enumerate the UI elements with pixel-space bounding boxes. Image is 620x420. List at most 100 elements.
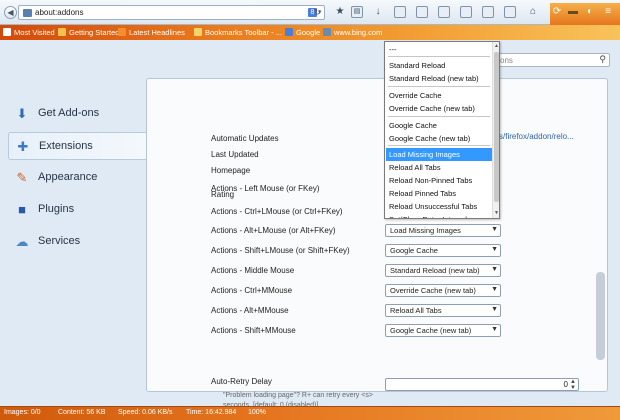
dropdown-option[interactable]: --- bbox=[386, 43, 492, 56]
action-select[interactable]: Override Cache (new tab) ▼ bbox=[385, 284, 501, 297]
action-label: Actions - Ctrl+LMouse (or Ctrl+FKey) bbox=[211, 207, 343, 216]
category-label: Appearance bbox=[38, 171, 98, 183]
status-bar: Images: 0/0 Content: 56 KB Speed: 0.06 K… bbox=[0, 406, 620, 420]
bookmark-item[interactable]: www.bing.com bbox=[334, 28, 382, 37]
dropdown-separator bbox=[388, 86, 490, 87]
window-icon-5[interactable] bbox=[482, 6, 494, 18]
select-value[interactable]: Google Cache (new tab) bbox=[390, 326, 471, 335]
category-label: Extensions bbox=[39, 140, 93, 152]
window-icon[interactable] bbox=[394, 6, 406, 18]
dropdown-separator bbox=[388, 56, 490, 57]
select-value[interactable]: Standard Reload (new tab) bbox=[390, 266, 480, 275]
search-icon[interactable]: ⚲ bbox=[599, 54, 606, 65]
action-label: Actions - Left Mouse (or FKey) bbox=[211, 184, 320, 193]
dropdown-option[interactable]: Reload Unsuccessful Tabs bbox=[386, 200, 492, 213]
speech-bubble-icon: ☁ bbox=[15, 234, 29, 249]
auto-retry-input[interactable]: 0 ▲ ▼ bbox=[385, 378, 579, 391]
menu-icon[interactable]: ≡ bbox=[602, 6, 614, 18]
dropdown-option[interactable]: Reload All Tabs bbox=[386, 161, 492, 174]
dropdown-option[interactable]: Override Cache (new tab) bbox=[386, 102, 492, 115]
category-plugins[interactable]: ■ Plugins bbox=[8, 196, 148, 224]
window-icon-2[interactable] bbox=[416, 6, 428, 18]
scroll-down-icon[interactable]: ▼ bbox=[494, 210, 499, 216]
folder-icon[interactable]: ▬ bbox=[567, 6, 579, 18]
chevron-down-icon[interactable]: ▼ bbox=[491, 306, 498, 313]
spinner-icon[interactable]: ▲ ▼ bbox=[570, 379, 576, 391]
speed-status: Speed: 0.06 KB/s bbox=[118, 409, 173, 416]
sync-icon[interactable]: ⟳ bbox=[551, 6, 563, 18]
search-placeholder: ons bbox=[500, 56, 513, 65]
scroll-up-icon[interactable]: ▲ bbox=[494, 43, 499, 49]
page-scrollbar[interactable] bbox=[596, 272, 605, 360]
dropdown-option[interactable]: Set/Clear Retry Interval bbox=[386, 213, 492, 218]
dropdown-scrollbar[interactable]: ▲ ▼ bbox=[492, 42, 499, 218]
action-select[interactable]: Google Cache (new tab) ▼ bbox=[385, 324, 501, 337]
bookmarks-bar: Most Visited Getting Started Latest Headli… bbox=[0, 25, 620, 40]
home-icon[interactable]: ⌂ bbox=[527, 6, 539, 18]
bookmark-icon bbox=[118, 28, 126, 36]
scroll-thumb[interactable] bbox=[494, 52, 499, 202]
content-status: Content: 56 KB bbox=[58, 409, 106, 416]
chevron-down-icon[interactable]: ▼ bbox=[491, 226, 498, 233]
dropdown-option[interactable]: Load Missing Images bbox=[386, 148, 492, 161]
bookmark-icon bbox=[3, 28, 11, 36]
window-icon-4[interactable] bbox=[460, 6, 472, 18]
addons-manager-page: ons ⚲ ⬇ Get Add-ons ✚ Extensions ✎ Appearance… bbox=[0, 40, 620, 420]
url-bar[interactable]: about:addons 8 ▾ ↻ bbox=[18, 5, 325, 20]
bookmark-item[interactable]: Google bbox=[296, 28, 320, 37]
dropdown-option[interactable]: Google Cache (new tab) bbox=[386, 132, 492, 145]
back-button[interactable]: ◀ bbox=[4, 6, 17, 19]
category-label: Plugins bbox=[38, 203, 75, 215]
time-status: Time: 16:42.984 bbox=[186, 409, 237, 416]
category-get-add-ons[interactable]: ⬇ Get Add-ons bbox=[8, 100, 148, 128]
select-value[interactable]: Load Missing Images bbox=[390, 226, 461, 235]
chevron-down-icon[interactable]: ▼ bbox=[491, 326, 498, 333]
window-icon-6[interactable] bbox=[504, 6, 516, 18]
search-addons-input[interactable]: ons ⚲ bbox=[495, 53, 610, 67]
action-label: Actions - Ctrl+MMouse bbox=[211, 286, 293, 295]
chevron-down-icon[interactable]: ▼ bbox=[491, 246, 498, 253]
dropdown-option[interactable]: Reload Pinned Tabs bbox=[386, 187, 492, 200]
dropdown-separator bbox=[388, 145, 490, 146]
dropdown-option[interactable]: Override Cache bbox=[386, 89, 492, 102]
select-value[interactable]: Google Cache bbox=[390, 246, 438, 255]
bookmark-item[interactable]: Bookmarks Toolbar - ... bbox=[205, 28, 282, 37]
select-value[interactable]: Override Cache (new tab) bbox=[390, 286, 476, 295]
category-appearance[interactable]: ✎ Appearance bbox=[8, 164, 148, 192]
auto-retry-label: Auto-Retry Delay bbox=[211, 377, 272, 386]
paintbrush-icon: ✎ bbox=[16, 170, 28, 185]
action-select[interactable]: Reload All Tabs ▼ bbox=[385, 304, 501, 317]
addon-icon[interactable]: ◐ bbox=[584, 6, 596, 18]
star-bookmark-icon[interactable]: ★ bbox=[334, 6, 346, 18]
dropdown-option[interactable]: Google Cache bbox=[386, 119, 492, 132]
category-extensions[interactable]: ✚ Extensions bbox=[8, 132, 148, 160]
action-select[interactable]: Google Cache ▼ bbox=[385, 244, 501, 257]
select-value[interactable]: Reload All Tabs bbox=[390, 306, 442, 315]
window-icon-3[interactable] bbox=[438, 6, 450, 18]
auto-retry-value[interactable]: 0 bbox=[564, 380, 568, 389]
addon-detail-panel: Automatic Updates Last Updated Homepage … bbox=[146, 78, 608, 420]
reload-icon[interactable]: ↻ bbox=[313, 7, 321, 18]
dropdown-option[interactable]: Standard Reload (new tab) bbox=[386, 72, 492, 85]
chevron-down-icon[interactable]: ▼ bbox=[491, 266, 498, 273]
bookmark-item[interactable]: Getting Started bbox=[69, 28, 119, 37]
url-text[interactable]: about:addons bbox=[35, 8, 84, 17]
category-label: Get Add-ons bbox=[38, 107, 100, 119]
bookmark-item[interactable]: Most Visited bbox=[14, 28, 55, 37]
download-icon[interactable]: ↓ bbox=[372, 6, 384, 18]
action-dropdown-list[interactable]: ▲ ▼ --- Standard Reload Standard Reload (n… bbox=[384, 41, 500, 219]
category-services[interactable]: ☁ Services bbox=[8, 228, 148, 256]
action-select[interactable]: Standard Reload (new tab) ▼ bbox=[385, 264, 501, 277]
bookmark-item[interactable]: Latest Headlines bbox=[129, 28, 185, 37]
action-select[interactable]: Load Missing Images ▼ bbox=[385, 224, 501, 237]
action-label: Actions - Shift+MMouse bbox=[211, 326, 296, 335]
homepage-link[interactable]: s/firefox/addon/relo... bbox=[499, 132, 574, 141]
zoom-status: 100% bbox=[248, 409, 266, 416]
chevron-down-icon[interactable]: ▼ bbox=[491, 286, 498, 293]
images-status: Images: 0/0 bbox=[4, 409, 41, 416]
bookmarks-menu-icon[interactable]: ▤ bbox=[351, 6, 363, 18]
dropdown-option[interactable]: Standard Reload bbox=[386, 59, 492, 72]
dropdown-option[interactable]: Reload Non-Pinned Tabs bbox=[386, 174, 492, 187]
action-label: Actions - Alt+LMouse (or Alt+FKey) bbox=[211, 226, 336, 235]
homepage-label: Homepage bbox=[211, 166, 251, 175]
